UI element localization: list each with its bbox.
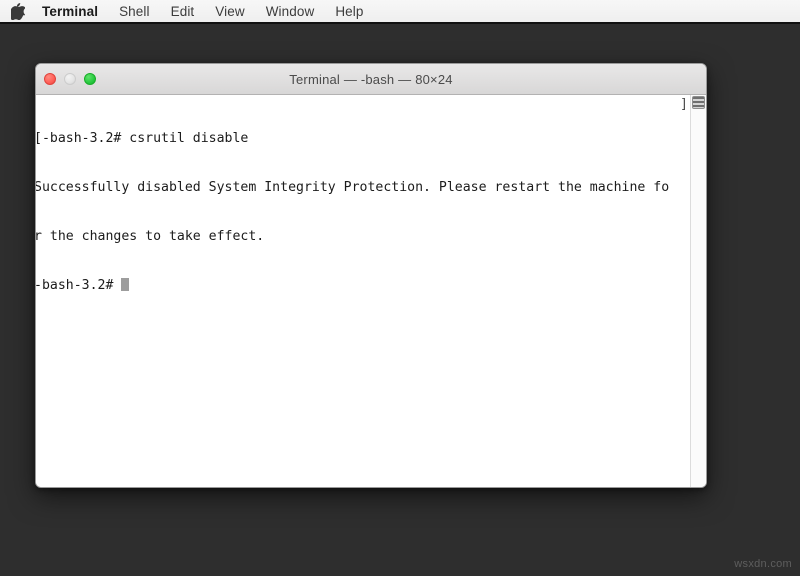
text-cursor	[121, 278, 130, 292]
window-titlebar[interactable]: Terminal — -bash — 80×24	[36, 64, 706, 95]
menu-item-view[interactable]: View	[215, 4, 244, 19]
close-button[interactable]	[44, 73, 56, 85]
scroll-artifact-glyph: ]	[680, 97, 688, 112]
scrollbar-thumb[interactable]	[692, 96, 705, 109]
zoom-button[interactable]	[84, 73, 96, 85]
vertical-scrollbar[interactable]	[690, 95, 706, 487]
terminal-line: Successfully disabled System Integrity P…	[36, 180, 670, 196]
menu-item-edit[interactable]: Edit	[171, 4, 195, 19]
terminal-window[interactable]: Terminal — -bash — 80×24 [-bash-3.2# csr…	[35, 63, 707, 488]
window-title: Terminal — -bash — 80×24	[289, 71, 453, 87]
watermark: wsxdn.com	[734, 558, 792, 570]
menu-bar: Terminal Shell Edit View Window Help	[0, 0, 800, 24]
apple-logo-icon[interactable]	[10, 2, 26, 20]
menu-item-help[interactable]: Help	[335, 4, 363, 19]
window-controls	[44, 64, 96, 94]
terminal-prompt-line: -bash-3.2#	[36, 278, 682, 294]
prompt-text: -bash-3.2#	[36, 278, 122, 294]
minimize-button[interactable]	[64, 73, 76, 85]
terminal-line: [-bash-3.2# csrutil disable	[36, 130, 249, 146]
menu-item-terminal[interactable]: Terminal	[42, 4, 98, 19]
menu-item-shell[interactable]: Shell	[119, 4, 150, 19]
menu-item-window[interactable]: Window	[266, 4, 315, 19]
terminal-content-area[interactable]: [-bash-3.2# csrutil disable Successfully…	[36, 95, 706, 487]
terminal-line: r the changes to take effect.	[36, 229, 265, 245]
terminal-output: [-bash-3.2# csrutil disable Successfully…	[36, 98, 682, 328]
